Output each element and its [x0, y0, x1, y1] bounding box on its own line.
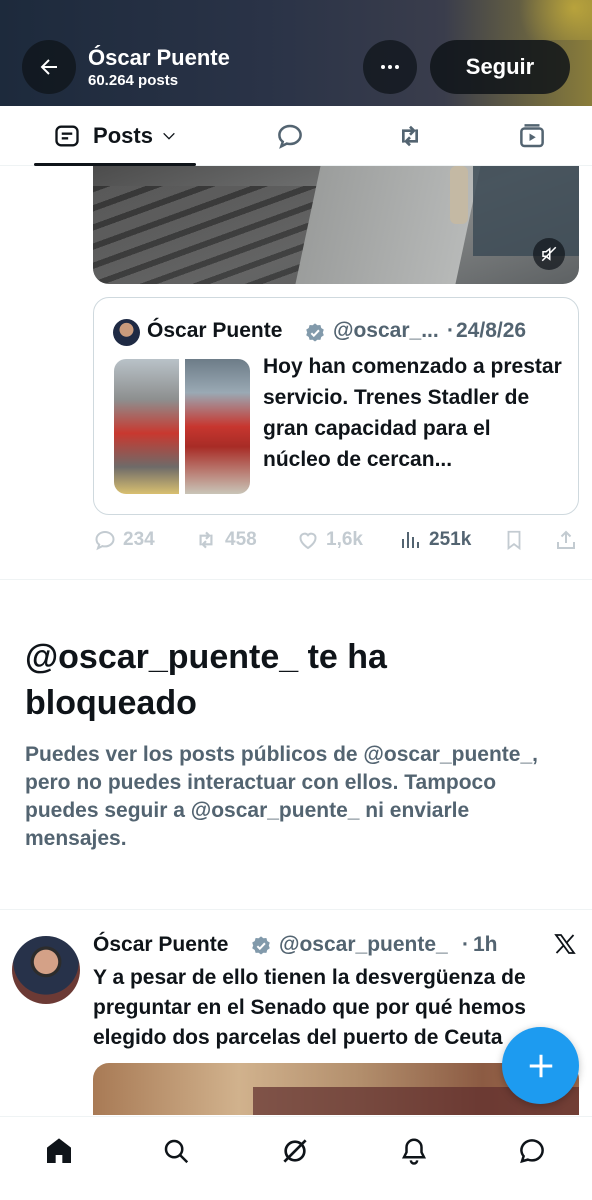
like-button[interactable]: 1,6k — [296, 525, 363, 555]
profile-name: Óscar Puente — [88, 45, 230, 70]
divider — [0, 909, 592, 910]
header-banner-glow — [502, 0, 592, 40]
messages-icon — [520, 1139, 544, 1164]
grok-icon — [283, 1139, 307, 1163]
tab-reposts[interactable] — [385, 106, 435, 166]
nav-home[interactable] — [39, 1131, 79, 1171]
avatar[interactable] — [12, 936, 80, 1004]
views-chart-icon — [402, 532, 419, 548]
media-icon — [520, 124, 544, 148]
replies-icon — [278, 124, 302, 149]
post-text: Y a pesar de ello tienen la desvergüenza… — [93, 966, 526, 1049]
reply-icon — [95, 530, 115, 551]
repost-button[interactable]: 458 — [193, 525, 257, 555]
profile-tabs: Posts — [0, 106, 592, 166]
repost-count: 458 — [225, 529, 257, 550]
post-action-bar: 234 458 1,6k 251k — [93, 525, 579, 555]
quoted-post-text: Hoy han comenzado a prestar servicio. Tr… — [263, 355, 562, 471]
more-dots-icon — [381, 65, 399, 69]
nav-search[interactable] — [156, 1131, 196, 1171]
quoted-image-train-front[interactable] — [185, 359, 250, 494]
more-options-button[interactable] — [363, 40, 417, 94]
blocked-notice-description: Puedes ver los posts públicos de @oscar_… — [25, 743, 538, 850]
bookmark-button[interactable] — [503, 525, 531, 555]
reposts-icon — [402, 125, 418, 147]
posts-filter-icon — [55, 125, 79, 147]
meta-separator: · — [462, 933, 469, 956]
speaker-muted-icon — [541, 246, 557, 262]
bottom-navigation — [0, 1116, 592, 1200]
tab-media[interactable] — [507, 106, 557, 166]
reply-button[interactable]: 234 — [93, 525, 155, 555]
arrow-left-icon — [40, 59, 57, 75]
heart-icon — [299, 532, 317, 550]
back-button[interactable] — [22, 40, 76, 94]
quoted-post-date: 24/8/26 — [456, 319, 527, 342]
views-count: 251k — [429, 529, 472, 550]
verified-badge-icon — [252, 936, 270, 955]
tab-posts-label: Posts — [93, 123, 153, 148]
quoted-image-train-platform[interactable] — [114, 359, 179, 494]
share-icon — [557, 530, 575, 549]
nav-messages[interactable] — [512, 1131, 552, 1171]
profile-posts-count: 60.264 posts — [88, 72, 179, 89]
search-icon — [164, 1139, 189, 1164]
nav-notifications[interactable] — [394, 1131, 434, 1171]
mute-button[interactable] — [533, 238, 565, 270]
follow-button[interactable]: Seguir — [430, 40, 570, 94]
notifications-icon — [401, 1138, 427, 1165]
tab-replies[interactable] — [265, 106, 315, 166]
views-button[interactable]: 251k — [399, 525, 471, 555]
share-button[interactable] — [554, 525, 584, 555]
video-rail-track — [93, 186, 323, 284]
post-author-name[interactable]: Óscar Puente — [93, 933, 228, 957]
quoted-author-name: Óscar Puente — [147, 319, 283, 342]
chevron-down-icon — [163, 132, 175, 140]
like-count: 1,6k — [326, 529, 363, 550]
post-timestamp: 1h — [473, 933, 498, 956]
verified-badge-icon — [306, 323, 324, 342]
compose-post-button[interactable] — [502, 1027, 579, 1104]
nav-grok[interactable] — [275, 1131, 315, 1171]
quoted-post[interactable]: Óscar Puente @oscar_... · 24/8/26 Hoy ha… — [93, 297, 579, 515]
divider — [0, 579, 592, 580]
x-logo-icon — [554, 934, 576, 954]
video-train — [473, 166, 579, 256]
tab-posts[interactable]: Posts — [34, 106, 196, 166]
post-author-handle[interactable]: @oscar_puente_ — [279, 933, 448, 957]
video-person — [450, 166, 468, 224]
avatar[interactable] — [113, 319, 140, 346]
meta-separator: · — [447, 319, 454, 342]
reply-count: 234 — [123, 529, 155, 550]
bookmark-icon — [507, 530, 521, 551]
profile-header: Óscar Puente 60.264 posts Seguir — [0, 0, 592, 106]
repost-icon — [199, 531, 213, 549]
plus-icon — [529, 1054, 552, 1077]
quoted-author-handle: @oscar_... — [333, 319, 439, 342]
post-video[interactable] — [93, 166, 579, 284]
home-icon — [47, 1138, 71, 1163]
blocked-notice-title: @oscar_puente_ te ha bloqueado — [25, 638, 387, 722]
